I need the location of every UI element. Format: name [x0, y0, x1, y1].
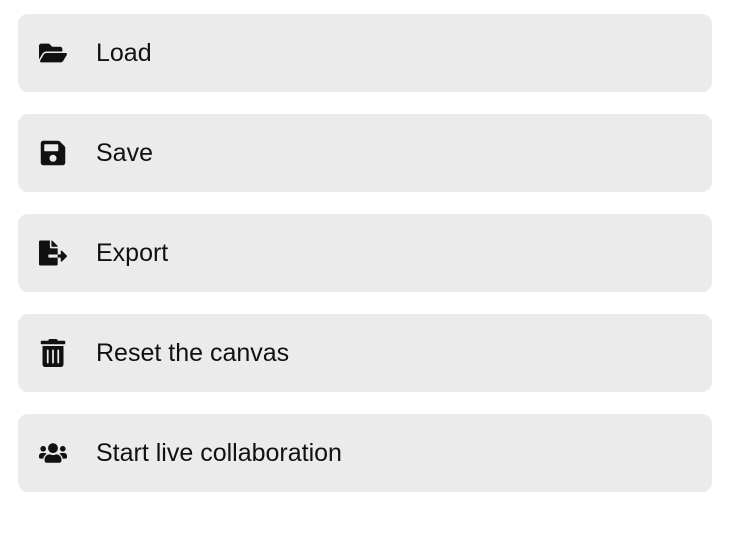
trash-icon	[38, 338, 68, 368]
export-icon	[38, 238, 68, 268]
menu-item-label: Reset the canvas	[96, 339, 289, 368]
menu-item-collab[interactable]: Start live collaboration	[18, 414, 712, 492]
menu-item-reset[interactable]: Reset the canvas	[18, 314, 712, 392]
menu-item-label: Load	[96, 39, 152, 68]
users-icon	[38, 438, 68, 468]
menu-list: Load Save Export Reset the canvas Start …	[18, 14, 712, 492]
menu-item-load[interactable]: Load	[18, 14, 712, 92]
menu-item-export[interactable]: Export	[18, 214, 712, 292]
menu-item-save[interactable]: Save	[18, 114, 712, 192]
menu-item-label: Start live collaboration	[96, 439, 342, 468]
menu-item-label: Export	[96, 239, 168, 268]
folder-open-icon	[38, 38, 68, 68]
save-icon	[38, 138, 68, 168]
menu-item-label: Save	[96, 139, 153, 168]
